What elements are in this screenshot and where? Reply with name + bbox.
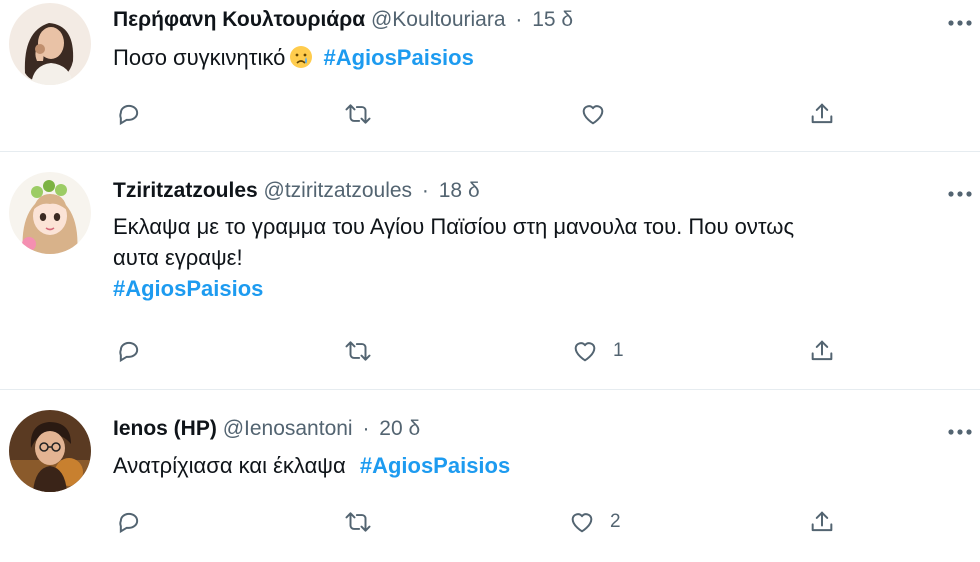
reply-icon xyxy=(115,337,143,365)
display-name[interactable]: Ienos (HP) xyxy=(113,417,217,440)
more-icon[interactable] xyxy=(946,15,974,26)
like-button[interactable]: 2 xyxy=(568,507,621,537)
like-button[interactable]: 1 xyxy=(571,336,624,366)
more-icon[interactable] xyxy=(946,186,974,197)
crying-face-emoji xyxy=(289,45,313,69)
reply-icon xyxy=(115,100,143,128)
tweet-header: Περήφανη Κουλτουριάρα @Koultouriara · 15… xyxy=(113,7,573,33)
tweet-actions: 2 xyxy=(113,507,873,537)
display-name[interactable]: Tziritzatzoules xyxy=(113,179,258,202)
like-count: 2 xyxy=(610,511,621,532)
retweet-icon xyxy=(343,100,373,128)
retweet-icon xyxy=(343,508,373,536)
display-name[interactable]: Περήφανη Κουλτουριάρα xyxy=(113,8,365,31)
share-button[interactable] xyxy=(808,507,850,537)
share-icon xyxy=(808,100,836,128)
separator: · xyxy=(362,417,370,440)
retweet-button[interactable] xyxy=(343,336,387,366)
tweet[interactable]: Tziritzatzoules @tziritzatzoules · 18 δ … xyxy=(0,152,980,390)
tweet-body-line: Εκλαψα με το γραμμα του Αγίου Παϊσίου στ… xyxy=(113,214,795,239)
share-button[interactable] xyxy=(808,99,850,129)
tweet-text: Εκλαψα με το γραμμα του Αγίου Παϊσίου στ… xyxy=(113,212,943,303)
reply-button[interactable] xyxy=(115,507,157,537)
avatar[interactable] xyxy=(9,410,91,492)
like-count: 1 xyxy=(613,340,624,361)
tweet-actions xyxy=(113,99,873,129)
user-handle[interactable]: @tziritzatzoules xyxy=(264,179,413,202)
retweet-icon xyxy=(343,337,373,365)
tweet-header: Tziritzatzoules @tziritzatzoules · 18 δ xyxy=(113,178,480,204)
tweet-actions: 1 xyxy=(113,336,873,366)
separator: · xyxy=(421,179,429,202)
tweet[interactable]: Ienos (HP) @Ienosantoni · 20 δ Ανατρίχια… xyxy=(0,390,980,562)
timestamp[interactable]: 18 δ xyxy=(439,179,480,202)
reply-button[interactable] xyxy=(115,336,157,366)
tweet-text: Ποσο συγκινητικό #AgiosPaisios xyxy=(113,43,943,72)
reply-icon xyxy=(115,508,143,536)
share-button[interactable] xyxy=(808,336,850,366)
avatar[interactable] xyxy=(9,172,91,254)
timestamp[interactable]: 20 δ xyxy=(379,417,420,440)
hashtag-link[interactable]: #AgiosPaisios xyxy=(360,453,510,478)
heart-icon xyxy=(568,508,596,536)
timestamp[interactable]: 15 δ xyxy=(532,8,573,31)
tweet[interactable]: Περήφανη Κουλτουριάρα @Koultouriara · 15… xyxy=(0,0,980,152)
hashtag-link[interactable]: #AgiosPaisios xyxy=(113,274,263,303)
heart-icon xyxy=(571,337,599,365)
tweet-text: Ανατρίχιασα και έκλαψα #AgiosPaisios xyxy=(113,451,943,480)
like-button[interactable] xyxy=(579,99,621,129)
retweet-button[interactable] xyxy=(343,507,387,537)
tweet-body: Ανατρίχιασα και έκλαψα xyxy=(113,453,346,478)
separator: · xyxy=(515,8,523,31)
reply-button[interactable] xyxy=(115,99,157,129)
avatar[interactable] xyxy=(9,3,91,85)
user-handle[interactable]: @Ienosantoni xyxy=(223,417,353,440)
heart-icon xyxy=(579,100,607,128)
more-icon[interactable] xyxy=(946,424,974,435)
share-icon xyxy=(808,337,836,365)
tweet-body: Ποσο συγκινητικό xyxy=(113,45,286,70)
hashtag-link[interactable]: #AgiosPaisios xyxy=(323,45,473,70)
tweet-body-line: αυτα εγραψε! xyxy=(113,245,243,270)
user-handle[interactable]: @Koultouriara xyxy=(371,8,506,31)
retweet-button[interactable] xyxy=(343,99,387,129)
tweet-header: Ienos (HP) @Ienosantoni · 20 δ xyxy=(113,416,420,442)
share-icon xyxy=(808,508,836,536)
